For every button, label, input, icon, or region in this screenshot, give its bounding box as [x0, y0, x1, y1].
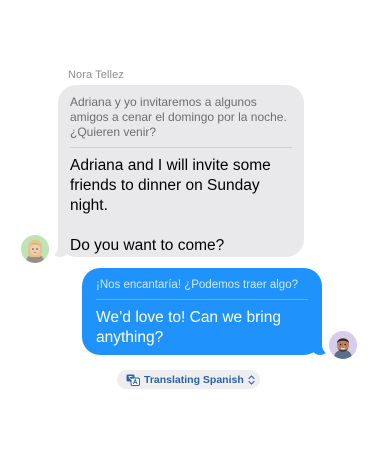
incoming-translated-text: Adriana and I will invite some friends t… [70, 157, 271, 254]
translation-divider [70, 147, 292, 148]
incoming-message-bubble[interactable]: Adriana y yo invitaremos a algunos amigo… [44, 85, 304, 257]
translation-language-label: Translating Spanish [144, 373, 244, 386]
my-avatar[interactable] [329, 331, 357, 359]
outgoing-original-text: ¡Nos encantaría! ¿Podemos traer algo? [96, 279, 298, 291]
chevron-up-down-icon [248, 374, 255, 385]
sender-name: Nora Tellez [68, 69, 124, 81]
memoji-icon [21, 235, 49, 263]
outgoing-translated-text: We’d love to! Can we bring anything? [96, 309, 281, 346]
memoji-icon [329, 331, 357, 359]
outgoing-message-bubble[interactable]: ¡Nos encantaría! ¿Podemos traer algo? We… [82, 268, 336, 355]
translation-divider [96, 299, 308, 300]
translate-icon [126, 374, 140, 386]
translation-language-button[interactable]: Translating Spanish [117, 370, 260, 389]
contact-avatar[interactable] [21, 235, 49, 263]
incoming-original-text: Adriana y yo invitaremos a algunos amigo… [70, 95, 287, 139]
